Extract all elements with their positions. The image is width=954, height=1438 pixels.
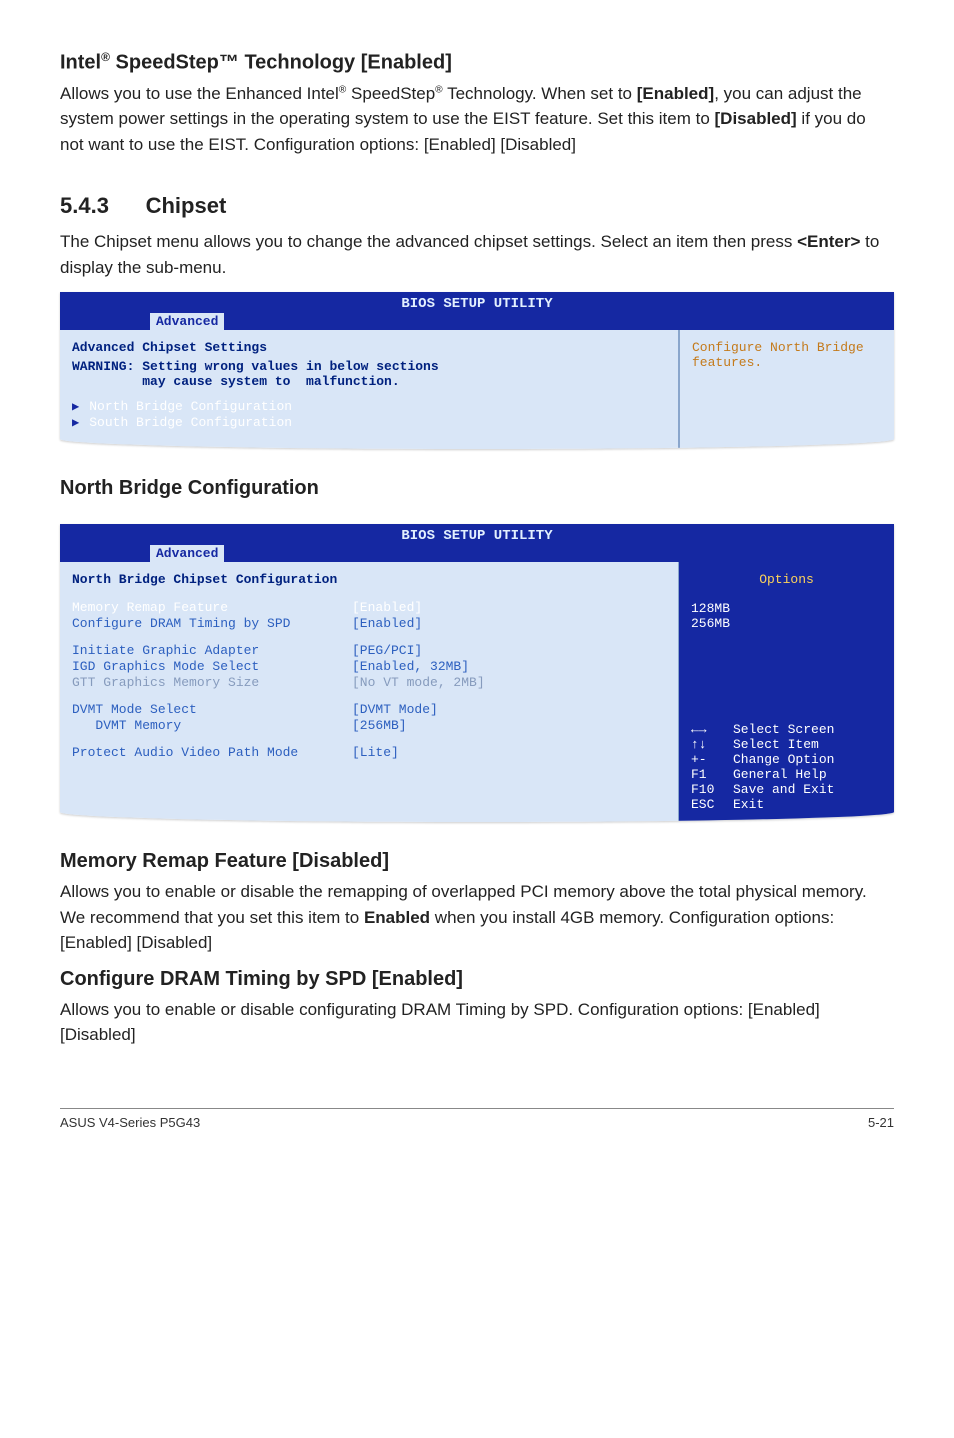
bios-left-title: Advanced Chipset Settings: [72, 340, 666, 355]
menu-label: South Bridge Configuration: [89, 415, 292, 430]
bios-right-pane: Configure North Bridge features.: [679, 330, 894, 449]
setting-row[interactable]: DVMT Memory [256MB]: [72, 718, 666, 733]
menu-item-north-bridge[interactable]: ▶ North Bridge Configuration: [72, 399, 666, 414]
text: ®: [101, 50, 110, 64]
setting-label: Configure DRAM Timing by SPD: [72, 616, 352, 631]
setting-value: [256MB]: [352, 718, 407, 733]
setting-label: DVMT Mode Select: [72, 702, 352, 717]
bios-left-pane: North Bridge Chipset Configuration Memor…: [60, 562, 679, 822]
footer-right: 5-21: [868, 1115, 894, 1130]
heading-memory-remap: Memory Remap Feature [Disabled]: [60, 850, 894, 873]
nav-key: F10: [691, 782, 733, 797]
text-bold: Enabled: [364, 908, 430, 927]
setting-row[interactable]: Configure DRAM Timing by SPD [Enabled]: [72, 616, 666, 631]
nav-desc: Select Screen: [733, 722, 834, 737]
text-bold: <Enter>: [797, 232, 860, 251]
paragraph: The Chipset menu allows you to change th…: [60, 229, 894, 280]
text-bold: [Enabled]: [637, 84, 714, 103]
bios-tab-row: Advanced: [60, 312, 894, 330]
bios-panel-chipset: BIOS SETUP UTILITY Advanced Advanced Chi…: [60, 292, 894, 449]
heading-dram-timing: Configure DRAM Timing by SPD [Enabled]: [60, 968, 894, 991]
bios-body: North Bridge Chipset Configuration Memor…: [60, 562, 894, 822]
setting-row[interactable]: GTT Graphics Memory Size [No VT mode, 2M…: [72, 675, 666, 690]
nav-key: ESC: [691, 797, 733, 812]
bios-panel-north-bridge: BIOS SETUP UTILITY Advanced North Bridge…: [60, 524, 894, 822]
paragraph: Allows you to enable or disable the rema…: [60, 879, 894, 956]
setting-label: Initiate Graphic Adapter: [72, 643, 352, 658]
setting-value: [Enabled]: [352, 616, 422, 631]
setting-value: [Enabled]: [352, 600, 422, 615]
setting-row[interactable]: DVMT Mode Select [DVMT Mode]: [72, 702, 666, 717]
option-item[interactable]: 256MB: [691, 616, 882, 631]
footer: ASUS V4-Series P5G43 5-21: [60, 1115, 894, 1130]
bios-warning: WARNING: Setting wrong values in below s…: [72, 359, 666, 389]
nav-desc: Save and Exit: [733, 782, 834, 797]
heading-intel-speedstep: Intel® SpeedStep™ Technology [Enabled]: [60, 50, 894, 75]
setting-value: [PEG/PCI]: [352, 643, 422, 658]
bios-tab-advanced[interactable]: Advanced: [150, 545, 224, 562]
setting-value: [DVMT Mode]: [352, 702, 438, 717]
setting-value: [Lite]: [352, 745, 399, 760]
bios-left-pane: Advanced Chipset Settings WARNING: Setti…: [60, 330, 679, 449]
bios-tab-advanced[interactable]: Advanced: [150, 313, 224, 330]
setting-value: [No VT mode, 2MB]: [352, 675, 485, 690]
footer-left: ASUS V4-Series P5G43: [60, 1115, 200, 1130]
nav-help: ←→Select Screen ↑↓Select Item +-Change O…: [691, 722, 882, 812]
setting-row[interactable]: Memory Remap Feature [Enabled]: [72, 600, 666, 615]
paragraph: Allows you to use the Enhanced Intel ® Sp…: [60, 81, 894, 158]
bios-titlebar: BIOS SETUP UTILITY: [60, 292, 894, 312]
nav-key: ↑↓: [691, 737, 733, 752]
nav-key: +-: [691, 752, 733, 767]
setting-value: [Enabled, 32MB]: [352, 659, 469, 674]
setting-row[interactable]: IGD Graphics Mode Select [Enabled, 32MB]: [72, 659, 666, 674]
text: ®: [435, 84, 443, 95]
menu-item-south-bridge[interactable]: ▶ South Bridge Configuration: [72, 415, 666, 430]
heading-chipset: 5.4.3 Chipset: [60, 193, 894, 219]
menu-label: North Bridge Configuration: [89, 399, 292, 414]
heading-north-bridge: North Bridge Configuration: [60, 477, 894, 500]
bios-body: Advanced Chipset Settings WARNING: Setti…: [60, 330, 894, 449]
nav-key: ←→: [691, 722, 733, 737]
text: Intel: [60, 52, 101, 74]
nav-desc: General Help: [733, 767, 827, 782]
text: The Chipset menu allows you to change th…: [60, 232, 797, 251]
text: Technology. When set to: [443, 84, 637, 103]
option-item[interactable]: 128MB: [691, 601, 882, 616]
nav-key: F1: [691, 767, 733, 782]
setting-label: DVMT Memory: [72, 718, 352, 733]
bios-right-pane: Options 128MB 256MB ←→Select Screen ↑↓Se…: [679, 562, 894, 822]
text-bold: [Disabled]: [715, 109, 797, 128]
footer-rule: [60, 1108, 894, 1109]
bios-left-title: North Bridge Chipset Configuration: [72, 572, 666, 587]
paragraph: Allows you to enable or disable configur…: [60, 997, 894, 1048]
setting-label: Protect Audio Video Path Mode: [72, 745, 352, 760]
nav-desc: Change Option: [733, 752, 834, 767]
setting-row[interactable]: Protect Audio Video Path Mode [Lite]: [72, 745, 666, 760]
setting-label: GTT Graphics Memory Size: [72, 675, 352, 690]
setting-row[interactable]: Initiate Graphic Adapter [PEG/PCI]: [72, 643, 666, 658]
help-text: Configure North Bridge: [692, 340, 882, 355]
text: Allows you to use the Enhanced Intel: [60, 84, 339, 103]
options-title: Options: [691, 572, 882, 587]
triangle-icon: ▶: [72, 399, 79, 414]
text: SpeedStep™ Technology [Enabled]: [110, 52, 452, 74]
bios-tab-row: Advanced: [60, 544, 894, 562]
triangle-icon: ▶: [72, 415, 79, 430]
nav-desc: Select Item: [733, 737, 819, 752]
text: SpeedStep: [346, 84, 435, 103]
setting-label: Memory Remap Feature: [72, 600, 352, 615]
help-text: features.: [692, 355, 882, 370]
setting-label: IGD Graphics Mode Select: [72, 659, 352, 674]
bios-titlebar: BIOS SETUP UTILITY: [60, 524, 894, 544]
nav-desc: Exit: [733, 797, 764, 812]
